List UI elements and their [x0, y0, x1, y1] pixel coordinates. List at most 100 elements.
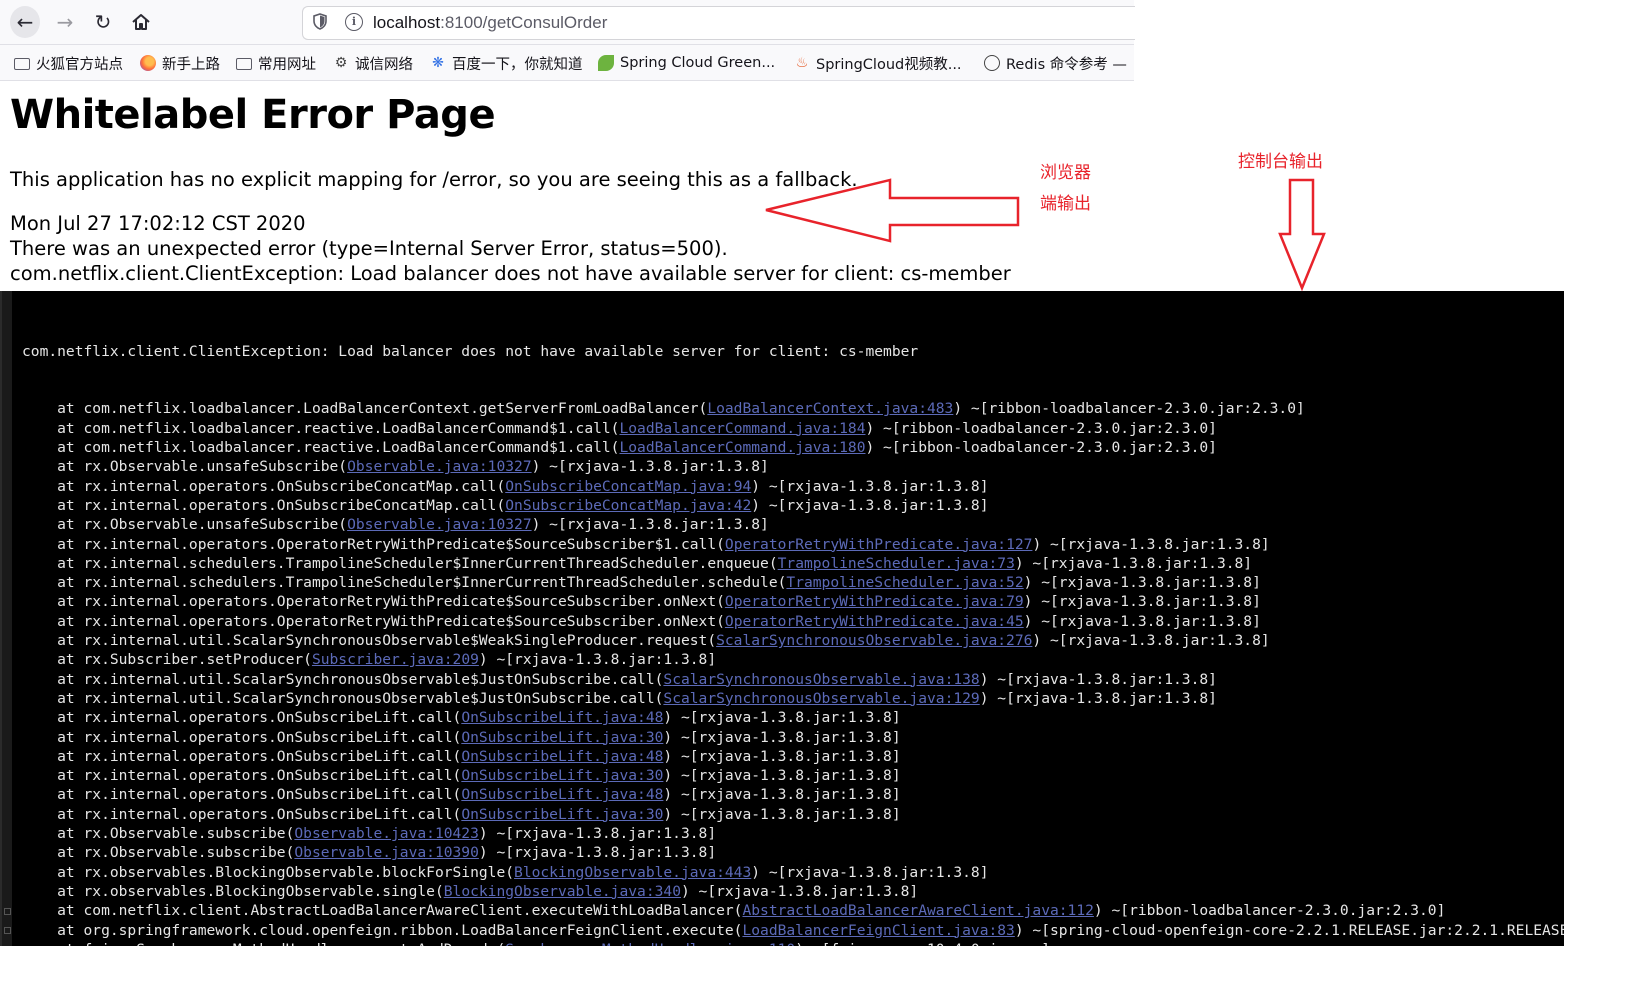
source-link[interactable]: OnSubscribeLift.java:48 [461, 748, 663, 765]
stack-frame-method: at rx.internal.operators.OnSubscribeLift… [22, 709, 462, 727]
source-link[interactable]: OnSubscribeLift.java:48 [461, 786, 663, 803]
stack-frame-line: at rx.internal.operators.OnSubscribeLift… [22, 728, 1564, 747]
stack-frame-line: at rx.internal.operators.OnSubscribeLift… [22, 805, 1564, 824]
stack-frame-method: at rx.internal.util.ScalarSynchronousObs… [22, 689, 664, 707]
home-button[interactable] [126, 8, 156, 36]
source-link[interactable]: Subscriber.java:209 [312, 651, 479, 668]
firefox-icon [140, 55, 156, 71]
stack-frame-jar: ) ~[rxjava-1.3.8.jar:1.3.8] [1032, 535, 1270, 553]
stack-frame-jar: ) ~[rxjava-1.3.8.jar:1.3.8] [751, 863, 989, 881]
stack-frame-jar: ) ~[rxjava-1.3.8.jar:1.3.8] [531, 516, 769, 534]
source-link[interactable]: Observable.java:10390 [294, 844, 479, 861]
bookmark-item[interactable]: 火狐官方站点 [14, 53, 123, 73]
bookmark-item[interactable]: Spring Cloud Green... [598, 53, 775, 73]
stack-frame-line: at rx.internal.util.ScalarSynchronousObs… [22, 670, 1564, 689]
bookmark-item[interactable]: 常用网址 [236, 53, 316, 73]
site-info-icon[interactable]: i [345, 13, 363, 31]
source-link[interactable]: SynchronousMethodHandler.java:110 [505, 941, 795, 946]
back-button[interactable]: ← [10, 6, 40, 38]
forward-icon: → [56, 10, 74, 34]
annotation-console-label: 控制台输出 [1238, 152, 1323, 172]
bookmark-label: 诚信网络 [355, 56, 413, 73]
shield-icon[interactable] [313, 13, 329, 31]
stack-frame-method: at rx.internal.operators.OperatorRetryWi… [22, 612, 725, 630]
stack-frame-method: at feign.SynchronousMethodHandler.execut… [22, 941, 505, 946]
source-link[interactable]: ScalarSynchronousObservable.java:276 [716, 632, 1032, 649]
source-link[interactable]: OnSubscribeLift.java:30 [461, 806, 663, 823]
site-icon: ♨ [795, 55, 809, 71]
stack-frame-jar: ) ~[rxjava-1.3.8.jar:1.3.8] [680, 882, 919, 900]
bookmark-item[interactable]: ❋ 百度一下，你就知道 [430, 53, 582, 73]
bookmark-item[interactable]: ♨ SpringCloud视频教... [794, 53, 962, 73]
globe-icon [984, 55, 1000, 71]
stack-frame-jar: ) ~[ribbon-loadbalancer-2.3.0.jar:2.3.0] [865, 439, 1217, 457]
annotation-browser-label-2: 端输出 [1040, 194, 1091, 214]
stack-frame-method: at rx.internal.util.ScalarSynchronousObs… [22, 670, 664, 688]
stack-frame-line: at rx.observables.BlockingObservable.sin… [22, 882, 1564, 901]
stack-frame-jar: ) ~[rxjava-1.3.8.jar:1.3.8] [478, 651, 717, 669]
source-link[interactable]: LoadBalancerCommand.java:184 [619, 420, 865, 437]
bookmark-item[interactable]: ⚙ 诚信网络 [333, 53, 413, 73]
stack-frame-method: at rx.observables.BlockingObservable.sin… [22, 882, 444, 900]
source-link[interactable]: Observable.java:10327 [347, 458, 532, 475]
stack-frame-method: at rx.internal.operators.OnSubscribeLift… [22, 767, 462, 785]
console-lines: com.netflix.client.ClientException: Load… [22, 303, 1564, 946]
source-link[interactable]: AbstractLoadBalancerAwareClient.java:112 [742, 902, 1093, 919]
stack-frame-line: at rx.Observable.unsafeSubscribe(Observa… [22, 515, 1564, 534]
source-link[interactable]: Observable.java:10327 [347, 516, 532, 533]
stack-frame-method: at rx.internal.operators.OperatorRetryWi… [22, 593, 725, 611]
source-link[interactable]: BlockingObservable.java:340 [444, 883, 681, 900]
console-output: com.netflix.client.ClientException: Load… [0, 291, 1564, 946]
stack-frame-line: at rx.internal.operators.OnSubscribeLift… [22, 785, 1564, 804]
source-link[interactable]: OnSubscribeConcatMap.java:42 [505, 497, 751, 514]
stack-frame-jar: ) ~[rxjava-1.3.8.jar:1.3.8] [663, 786, 901, 804]
stack-frame-line: at rx.internal.schedulers.TrampolineSche… [22, 573, 1564, 592]
forward-button[interactable]: → [50, 8, 80, 36]
stack-frame-jar: ) ~[rxjava-1.3.8.jar:1.3.8] [1023, 612, 1261, 630]
source-link[interactable]: LoadBalancerFeignClient.java:83 [742, 922, 1014, 939]
back-icon: ← [10, 6, 40, 38]
source-link[interactable]: TrampolineScheduler.java:52 [786, 574, 1023, 591]
page-title: Whitelabel Error Page [10, 92, 496, 138]
source-link[interactable]: OnSubscribeLift.java:48 [461, 709, 663, 726]
source-link[interactable]: LoadBalancerCommand.java:180 [619, 439, 865, 456]
stack-frame-method: at rx.internal.schedulers.TrampolineSche… [22, 554, 778, 572]
stack-frame-jar: ) ~[rxjava-1.3.8.jar:1.3.8] [663, 747, 901, 765]
url-text[interactable]: localhost:8100/getConsulOrder [373, 13, 607, 33]
source-link[interactable]: BlockingObservable.java:443 [514, 864, 751, 881]
stack-frame-jar: ) ~[rxjava-1.3.8.jar:1.3.8] [478, 825, 717, 843]
source-link[interactable]: OperatorRetryWithPredicate.java:45 [725, 613, 1024, 630]
stack-frame-jar: ) ~[rxjava-1.3.8.jar:1.3.8] [979, 670, 1217, 688]
source-link[interactable]: OnSubscribeConcatMap.java:94 [505, 478, 751, 495]
stack-frame-line: at rx.internal.operators.OnSubscribeLift… [22, 708, 1564, 727]
bookmark-item[interactable]: 新手上路 [140, 53, 220, 73]
source-link[interactable]: TrampolineScheduler.java:73 [778, 555, 1015, 572]
source-link[interactable]: OperatorRetryWithPredicate.java:79 [725, 593, 1024, 610]
source-link[interactable]: LoadBalancerContext.java:483 [707, 400, 953, 417]
stack-frame-method: at rx.internal.util.ScalarSynchronousObs… [22, 632, 717, 650]
annotation-browser-label-1: 浏览器 [1040, 163, 1091, 183]
stack-frame-method: at rx.Observable.unsafeSubscribe( [22, 516, 348, 534]
stack-frame-method: at rx.Observable.subscribe( [22, 844, 295, 862]
stack-frame-line: at rx.Observable.unsafeSubscribe(Observa… [22, 457, 1564, 476]
bookmark-item[interactable]: Redis 命令参考 — [984, 53, 1127, 73]
source-link[interactable]: ScalarSynchronousObservable.java:138 [663, 671, 979, 688]
source-link[interactable]: Observable.java:10423 [294, 825, 479, 842]
fold-icon[interactable] [4, 927, 11, 934]
source-link[interactable]: OperatorRetryWithPredicate.java:127 [725, 536, 1033, 553]
bookmark-label: Spring Cloud Green... [620, 55, 776, 71]
reload-button[interactable]: ↻ [88, 8, 118, 36]
console-header-line: com.netflix.client.ClientException: Load… [22, 342, 919, 360]
stack-frame-line: at com.netflix.loadbalancer.reactive.Loa… [22, 419, 1564, 438]
source-link[interactable]: OnSubscribeLift.java:30 [461, 767, 663, 784]
stack-frame-jar: ) ~[rxjava-1.3.8.jar:1.3.8] [663, 805, 901, 823]
stack-frame-line: at rx.internal.operators.OnSubscribeLift… [22, 747, 1564, 766]
fold-icon[interactable] [4, 908, 11, 915]
stack-frame-line: at com.netflix.loadbalancer.LoadBalancer… [22, 399, 1564, 418]
stack-frame-method: at rx.internal.operators.OnSubscribeLift… [22, 805, 462, 823]
stack-frame-line: at rx.internal.schedulers.TrampolineSche… [22, 554, 1564, 573]
stack-frame-jar: ) ~[ribbon-loadbalancer-2.3.0.jar:2.3.0] [865, 419, 1217, 437]
url-bar[interactable]: i localhost:8100/getConsulOrder [302, 6, 1135, 40]
source-link[interactable]: OnSubscribeLift.java:30 [461, 729, 663, 746]
source-link[interactable]: ScalarSynchronousObservable.java:129 [663, 690, 979, 707]
